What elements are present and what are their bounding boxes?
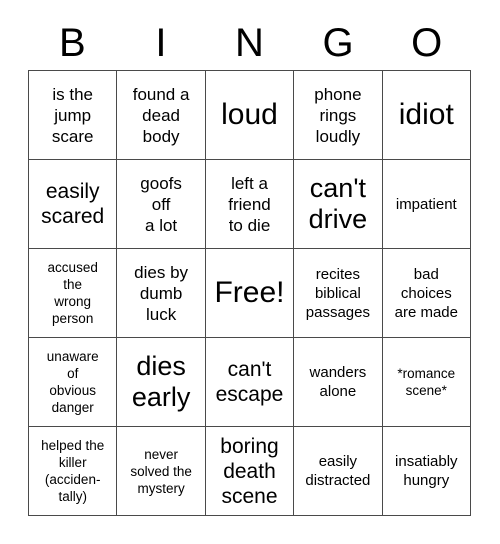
bingo-cell-label: accused the wrong person: [47, 260, 98, 326]
bingo-cell[interactable]: idiot: [382, 71, 471, 160]
bingo-cell[interactable]: bad choices are made: [382, 249, 471, 338]
bingo-header: B I N G O: [28, 16, 471, 70]
bingo-cell-label: impatient: [395, 195, 457, 213]
bingo-cell-label: loud: [221, 98, 278, 131]
bingo-cell[interactable]: *romance scene*: [382, 338, 471, 427]
bingo-cell[interactable]: recites biblical passages: [294, 249, 383, 338]
bingo-cell[interactable]: dies early: [117, 338, 206, 427]
bingo-cell[interactable]: dies by dumb luck: [117, 249, 206, 338]
bingo-cell[interactable]: phone rings loudly: [294, 71, 383, 160]
bingo-cell-free[interactable]: Free!: [205, 249, 295, 338]
bingo-cell-label: easily distracted: [305, 453, 371, 489]
header-letter-i: I: [155, 21, 167, 65]
bingo-cell-label: left a friend to die: [228, 173, 271, 235]
bingo-cell-label: dies early: [131, 351, 191, 412]
bingo-cell[interactable]: helped the killer (acciden- tally): [29, 427, 118, 516]
header-letter-n: N: [235, 21, 264, 65]
bingo-cell-label: phone rings loudly: [314, 84, 362, 146]
bingo-cell-label: Free!: [214, 276, 285, 309]
bingo-cell-label: *romance scene*: [397, 366, 456, 398]
bingo-cell[interactable]: left a friend to die: [205, 160, 295, 249]
bingo-cell[interactable]: insatiably hungry: [382, 427, 471, 516]
bingo-card: B I N G O is the jump scare found a dead…: [0, 0, 500, 544]
bingo-cell[interactable]: impatient: [382, 160, 471, 249]
bingo-cell[interactable]: accused the wrong person: [29, 249, 118, 338]
bingo-cell-label: dies by dumb luck: [134, 262, 189, 324]
bingo-grid: is the jump scare found a dead body loud…: [28, 70, 471, 516]
bingo-cell[interactable]: loud: [205, 71, 295, 160]
bingo-cell-label: found a dead body: [132, 84, 190, 146]
header-letter-b: B: [58, 21, 86, 65]
bingo-cell[interactable]: is the jump scare: [29, 71, 118, 160]
bingo-cell-label: easily scared: [41, 180, 105, 228]
bingo-cell-label: can't escape: [215, 358, 284, 406]
bingo-cell-label: wanders alone: [309, 364, 367, 400]
bingo-cell-label: boring death scene: [220, 434, 279, 508]
bingo-cell-label: is the jump scare: [51, 84, 94, 146]
bingo-cell-label: helped the killer (acciden- tally): [41, 438, 105, 504]
bingo-cell[interactable]: goofs off a lot: [117, 160, 206, 249]
bingo-cell-label: idiot: [398, 98, 454, 131]
bingo-cell-label: unaware of obvious danger: [46, 349, 99, 415]
bingo-cell[interactable]: easily distracted: [294, 427, 383, 516]
bingo-cell[interactable]: can't drive: [294, 160, 383, 249]
bingo-cell[interactable]: found a dead body: [117, 71, 206, 160]
bingo-cell[interactable]: never solved the mystery: [117, 427, 206, 516]
bingo-cell-label: goofs off a lot: [140, 173, 182, 235]
header-letter-o: O: [411, 21, 443, 65]
header-letter-g: G: [322, 21, 354, 65]
bingo-cell-label: insatiably hungry: [395, 453, 458, 489]
bingo-cell-label: never solved the mystery: [130, 446, 192, 496]
bingo-cell[interactable]: can't escape: [205, 338, 295, 427]
bingo-cell-label: recites biblical passages: [305, 265, 370, 321]
bingo-cell-label: can't drive: [308, 173, 368, 234]
bingo-cell[interactable]: wanders alone: [294, 338, 383, 427]
bingo-cell[interactable]: boring death scene: [205, 427, 295, 516]
bingo-cell[interactable]: easily scared: [29, 160, 118, 249]
bingo-cell-label: bad choices are made: [394, 265, 458, 321]
bingo-cell[interactable]: unaware of obvious danger: [29, 338, 118, 427]
